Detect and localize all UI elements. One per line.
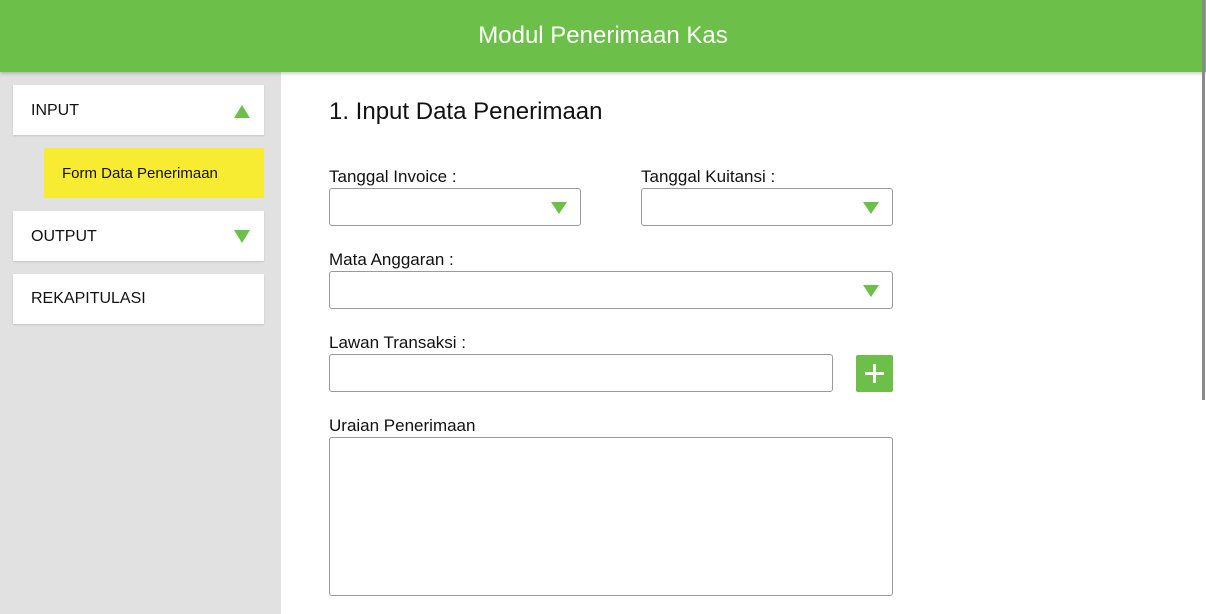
sidebar-item-label: REKAPITULASI: [31, 290, 146, 307]
sidebar-item-input[interactable]: INPUT: [13, 85, 264, 135]
tanggal-invoice-label: Tanggal Invoice :: [329, 167, 457, 186]
page-title: 1. Input Data Penerimaan: [329, 98, 603, 125]
sidebar-item-output[interactable]: OUTPUT: [13, 211, 264, 261]
sidebar-item-label: INPUT: [31, 102, 79, 119]
chevron-down-icon[interactable]: [234, 230, 250, 243]
header-title: Modul Penerimaan Kas: [478, 22, 728, 49]
lawan-transaksi-label: Lawan Transaksi :: [329, 333, 467, 352]
plus-icon: [873, 364, 876, 383]
mata-anggaran-select[interactable]: [329, 271, 893, 309]
sidebar: INPUT Form Data Penerimaan OUTPUT REKAPI…: [0, 72, 281, 614]
tanggal-kuitansi-select[interactable]: [641, 188, 893, 226]
app-window: Modul Penerimaan Kas INPUT Form Data Pen…: [0, 0, 1206, 614]
mata-anggaran-label: Mata Anggaran :: [329, 250, 454, 269]
add-lawan-transaksi-button[interactable]: [856, 355, 893, 392]
sidebar-item-label: OUTPUT: [31, 228, 97, 245]
uraian-penerimaan-label: Uraian Penerimaan: [329, 416, 476, 435]
sidebar-subitem-label: Form Data Penerimaan: [62, 165, 218, 182]
uraian-penerimaan-textarea[interactable]: [329, 437, 893, 596]
sidebar-item-rekapitulasi[interactable]: REKAPITULASI: [13, 274, 264, 324]
dropdown-arrow-icon: [551, 202, 567, 214]
tanggal-kuitansi-label: Tanggal Kuitansi :: [641, 167, 776, 186]
sidebar-subitem-form-data-penerimaan[interactable]: Form Data Penerimaan: [44, 148, 264, 198]
tanggal-invoice-select[interactable]: [329, 188, 581, 226]
scrollbar[interactable]: [1202, 0, 1205, 400]
dropdown-arrow-icon: [863, 285, 879, 297]
lawan-transaksi-input[interactable]: [329, 354, 833, 392]
chevron-up-icon[interactable]: [234, 105, 250, 118]
dropdown-arrow-icon: [863, 202, 879, 214]
app-header: Modul Penerimaan Kas: [0, 0, 1206, 72]
